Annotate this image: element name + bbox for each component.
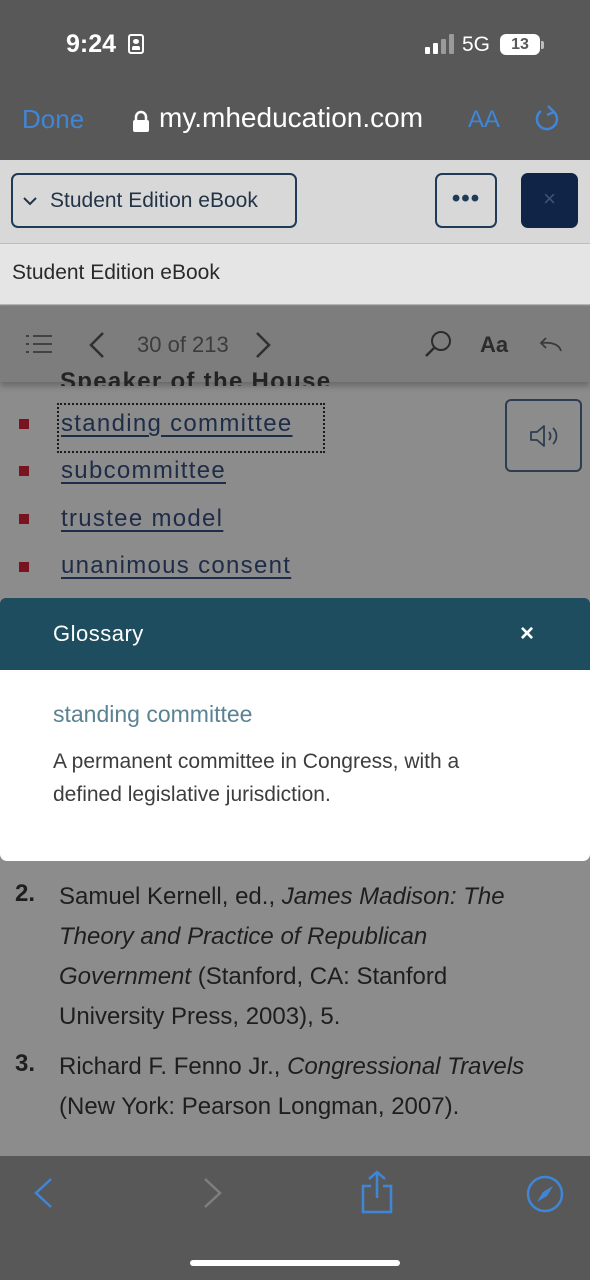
more-options-button[interactable]: ••• bbox=[435, 173, 497, 228]
network-label: 5G bbox=[462, 33, 491, 56]
id-card-icon bbox=[128, 34, 144, 54]
glossary-term-link[interactable]: standing committee bbox=[61, 410, 293, 438]
search-icon[interactable] bbox=[424, 330, 452, 358]
compass-icon[interactable] bbox=[526, 1175, 564, 1213]
dropdown-label: Student Edition eBook bbox=[50, 189, 258, 212]
lock-icon bbox=[133, 110, 149, 132]
list-bullet bbox=[19, 562, 29, 572]
reference-author: Samuel Kernell, ed., bbox=[59, 883, 282, 910]
text-size-button[interactable]: AA bbox=[468, 106, 500, 134]
done-button[interactable]: Done bbox=[22, 104, 84, 135]
reference-details: (New York: Pearson Longman, 2007). bbox=[59, 1093, 460, 1120]
browser-header bbox=[0, 0, 590, 160]
list-bullet bbox=[19, 466, 29, 476]
reference-work-title: Congressional Travels bbox=[287, 1053, 525, 1080]
list-bullet bbox=[19, 514, 29, 524]
signal-icon bbox=[425, 34, 454, 54]
previous-page-icon[interactable] bbox=[88, 331, 106, 359]
book-title: Student Edition eBook bbox=[12, 261, 220, 284]
browser-back-icon[interactable] bbox=[32, 1177, 54, 1209]
status-time: 9:24 bbox=[66, 30, 117, 58]
chevron-down-icon bbox=[23, 197, 37, 206]
page-indicator: 30 of 213 bbox=[137, 332, 229, 357]
reference-text: Richard F. Fenno Jr., Congressional Trav… bbox=[59, 1047, 559, 1127]
reference-text: Samuel Kernell, ed., James Madison: The … bbox=[59, 877, 559, 1037]
close-icon: × bbox=[543, 186, 556, 211]
glossary-term-link[interactable]: trustee model bbox=[61, 505, 223, 533]
glossary-term-link[interactable]: subcommittee bbox=[61, 457, 226, 485]
glossary-term-heading: standing committee bbox=[53, 701, 253, 727]
share-icon[interactable] bbox=[360, 1170, 394, 1214]
clipped-glossary-term[interactable]: Speaker of the House bbox=[60, 368, 331, 386]
home-indicator bbox=[190, 1260, 400, 1266]
url-field[interactable]: my.mheducation.com bbox=[159, 102, 423, 134]
reference-number: 3. bbox=[15, 1050, 36, 1077]
reference-author: Richard F. Fenno Jr., bbox=[59, 1053, 288, 1080]
browser-forward-icon[interactable] bbox=[202, 1177, 224, 1209]
glossary-close-button[interactable]: × bbox=[520, 620, 534, 648]
speaker-icon bbox=[530, 425, 558, 447]
reload-icon[interactable] bbox=[532, 104, 562, 134]
font-settings-button[interactable]: Aa bbox=[480, 332, 508, 358]
glossary-term-link[interactable]: unanimous consent bbox=[61, 552, 291, 580]
table-of-contents-icon[interactable] bbox=[26, 333, 52, 355]
read-aloud-button[interactable] bbox=[505, 399, 582, 472]
glossary-title: Glossary bbox=[53, 621, 144, 646]
reference-number: 2. bbox=[15, 880, 36, 907]
back-arrow-icon[interactable] bbox=[538, 335, 562, 353]
battery-level: 13 bbox=[511, 36, 529, 53]
glossary-definition: A permanent committee in Congress, with … bbox=[53, 750, 460, 806]
battery-nub bbox=[541, 41, 544, 49]
next-page-icon[interactable] bbox=[254, 331, 272, 359]
close-reader-button[interactable]: × bbox=[521, 173, 578, 228]
more-dots-icon: ••• bbox=[451, 185, 481, 212]
list-bullet bbox=[19, 419, 29, 429]
